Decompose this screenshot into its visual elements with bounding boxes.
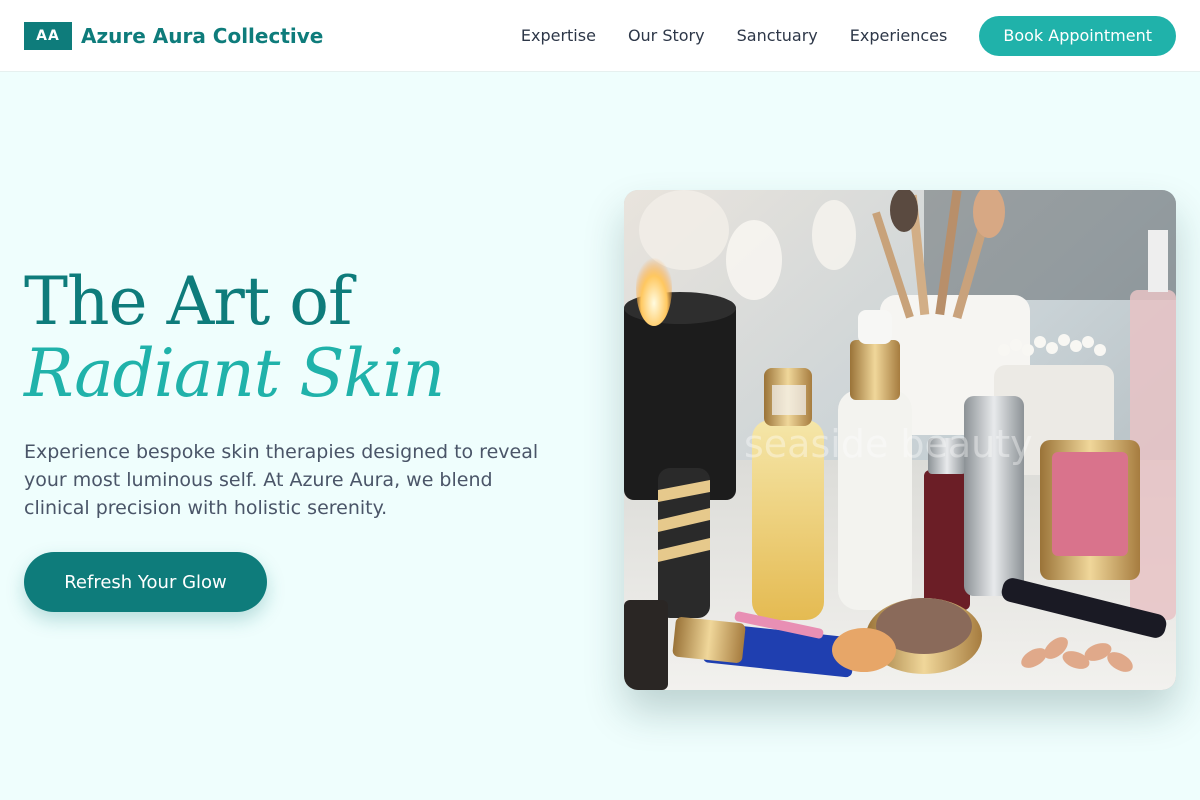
nav-link-sanctuary[interactable]: Sanctuary	[737, 26, 818, 45]
refresh-glow-button[interactable]: Refresh Your Glow	[24, 552, 267, 612]
hero-title: The Art of Radiant Skin	[24, 266, 564, 410]
hero-image: seaside beauty	[624, 190, 1176, 690]
image-watermark: seaside beauty	[744, 422, 1033, 466]
nav-link-experiences[interactable]: Experiences	[850, 26, 948, 45]
brand-name: Azure Aura Collective	[81, 23, 324, 48]
book-appointment-button[interactable]: Book Appointment	[979, 15, 1176, 56]
nav-link-expertise[interactable]: Expertise	[521, 26, 596, 45]
hero-title-accent: Radiant Skin	[24, 335, 445, 412]
nav-links: Expertise Our Story Sanctuary Experience…	[521, 26, 947, 45]
hero-text: The Art of Radiant Skin Experience bespo…	[24, 266, 564, 522]
nav-link-our-story[interactable]: Our Story	[628, 26, 705, 45]
logo-badge: AA	[24, 21, 72, 50]
hero-description: Experience bespoke skin therapies design…	[24, 441, 539, 519]
navbar: AA Azure Aura Collective Expertise Our S…	[0, 0, 1200, 72]
hero-title-line1: The Art of	[24, 263, 352, 340]
brand[interactable]: AA Azure Aura Collective	[24, 21, 324, 50]
